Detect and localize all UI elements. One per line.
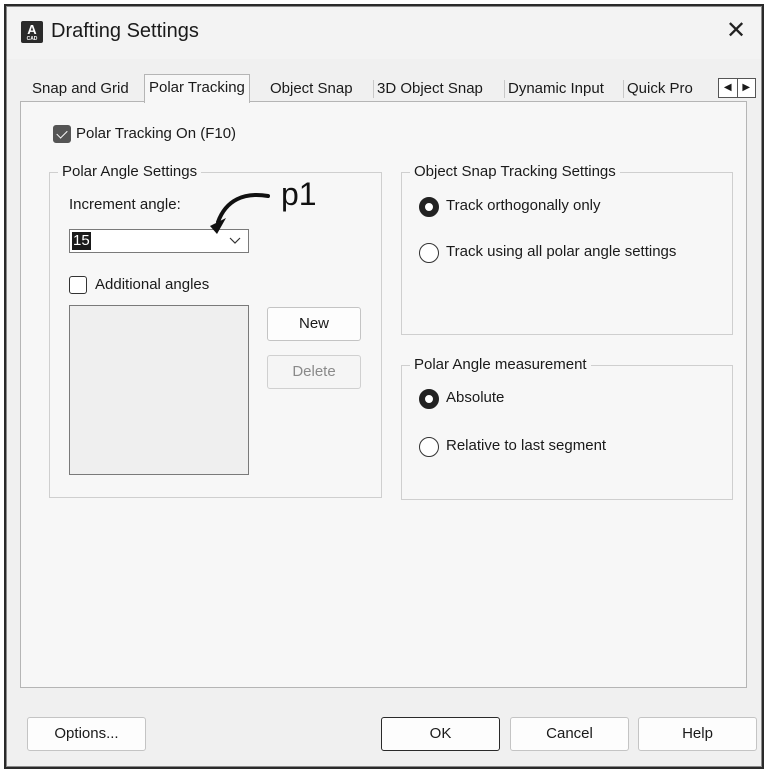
- autocad-app-icon: A CAD: [21, 21, 43, 43]
- increment-angle-label: Increment angle:: [69, 196, 181, 213]
- relative-last-segment-radio[interactable]: [419, 437, 439, 457]
- relative-last-segment-label: Relative to last segment: [446, 437, 607, 454]
- tab-scroll-arrows: ◀ ▶: [718, 78, 756, 98]
- tab-dynamic-input[interactable]: Dynamic Input: [504, 76, 608, 102]
- tab-object-snap[interactable]: Object Snap: [266, 76, 357, 102]
- tab-quick-properties[interactable]: Quick Pro: [623, 76, 709, 102]
- track-orthogonal-label: Track orthogonally only: [446, 197, 601, 214]
- increment-angle-value: 15: [72, 232, 91, 250]
- app-icon-sub: CAD: [26, 36, 38, 42]
- track-all-polar-label: Track using all polar angle settings: [446, 243, 677, 260]
- track-all-polar-radio[interactable]: [419, 243, 439, 263]
- track-orthogonal-radio[interactable]: [419, 197, 439, 217]
- polar-angle-measurement-group: Polar Angle measurement: [401, 356, 733, 500]
- tab-scroll-right-icon[interactable]: ▶: [736, 79, 756, 97]
- additional-angles-label: Additional angles: [95, 276, 210, 293]
- polar-tracking-on-checkbox[interactable]: [53, 125, 71, 143]
- close-icon[interactable]: ✕: [721, 17, 751, 47]
- tab-strip: Snap and Grid Polar Tracking Object Snap…: [20, 74, 756, 103]
- tab-3d-object-snap[interactable]: 3D Object Snap: [373, 76, 487, 102]
- tab-snap-and-grid[interactable]: Snap and Grid: [28, 76, 133, 102]
- annotation-arrow-icon: [210, 193, 270, 234]
- new-angle-button[interactable]: New: [267, 307, 361, 341]
- additional-angles-list[interactable]: [69, 305, 249, 475]
- cancel-button[interactable]: Cancel: [510, 717, 629, 751]
- polar-angle-settings-title: Polar Angle Settings: [58, 163, 202, 180]
- options-button[interactable]: Options...: [27, 717, 146, 751]
- window-title: Drafting Settings: [51, 20, 199, 42]
- app-icon-letter: A: [27, 22, 37, 37]
- tab-polar-tracking[interactable]: Polar Tracking: [144, 74, 250, 103]
- absolute-radio[interactable]: [419, 389, 439, 409]
- delete-angle-button[interactable]: Delete: [267, 355, 361, 389]
- annotation-p1-label: p1: [281, 176, 317, 212]
- object-snap-tracking-title: Object Snap Tracking Settings: [410, 163, 620, 180]
- title-bar: A CAD Drafting Settings ✕: [7, 7, 761, 59]
- polar-tracking-on-label: Polar Tracking On (F10): [76, 125, 237, 142]
- polar-angle-measurement-title: Polar Angle measurement: [410, 356, 591, 373]
- additional-angles-checkbox[interactable]: [69, 276, 87, 294]
- tab-scroll-left-icon[interactable]: ◀: [719, 79, 737, 97]
- absolute-label: Absolute: [446, 389, 505, 406]
- help-button[interactable]: Help: [638, 717, 757, 751]
- ok-button[interactable]: OK: [381, 717, 500, 751]
